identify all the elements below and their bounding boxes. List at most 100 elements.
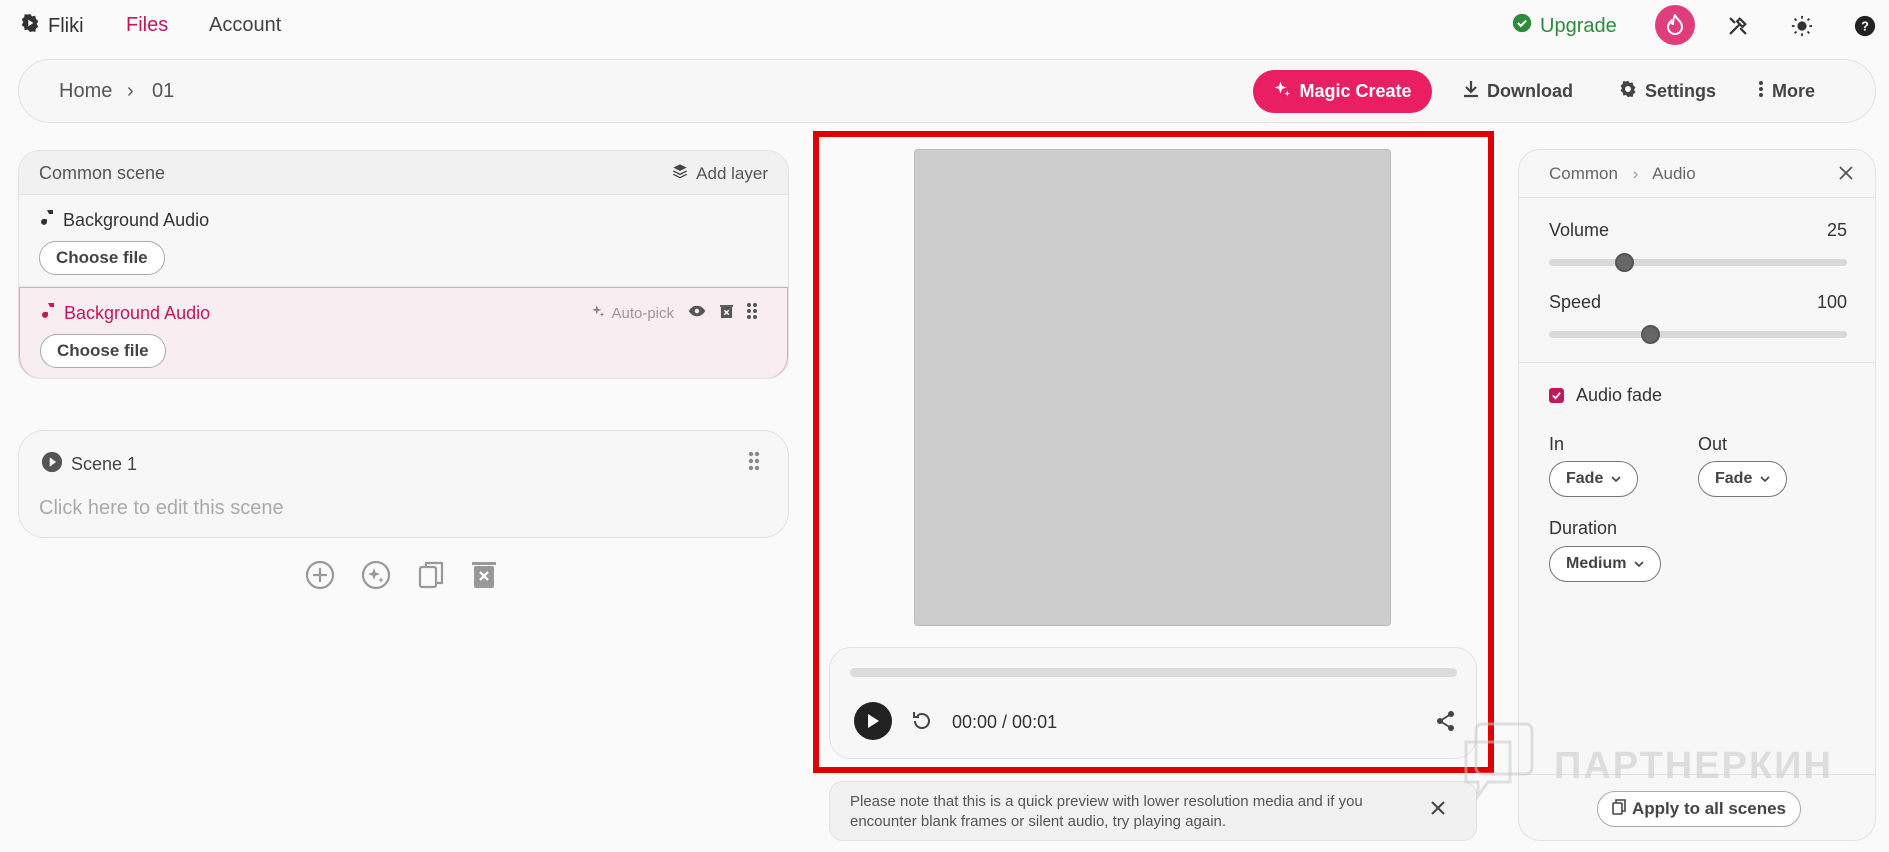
volume-slider-knob[interactable] bbox=[1614, 253, 1634, 272]
player-controls: 00:00 / 00:01 bbox=[829, 647, 1477, 759]
layer-title-text: Background Audio bbox=[63, 210, 210, 230]
volume-value: 25 bbox=[1826, 220, 1847, 240]
speed-value: 100 bbox=[1816, 292, 1847, 312]
sparkle-icon bbox=[1273, 80, 1291, 103]
common-scene-title: Common scene bbox=[39, 163, 166, 183]
share-icon[interactable] bbox=[1436, 710, 1456, 737]
progress-bar[interactable] bbox=[850, 668, 1457, 677]
magic-create-label: Magic Create bbox=[1299, 81, 1412, 101]
settings-label: Settings bbox=[1645, 81, 1717, 101]
brand-name: Fliki bbox=[48, 14, 84, 37]
layer-item[interactable]: Background Audio Choose file bbox=[19, 195, 788, 287]
fliki-logo-icon bbox=[20, 13, 40, 39]
common-scene-panel: Common scene Add layer Background Audio … bbox=[18, 150, 789, 379]
theme-sun-icon[interactable] bbox=[1790, 14, 1814, 38]
download-button[interactable]: Download bbox=[1463, 80, 1573, 103]
chevron-right-icon: › bbox=[1632, 164, 1639, 183]
close-icon[interactable] bbox=[1430, 800, 1446, 821]
duplicate-icon[interactable] bbox=[417, 560, 445, 595]
panel-breadcrumb: Common › Audio bbox=[1549, 164, 1696, 184]
scene-title: Scene 1 bbox=[41, 451, 137, 478]
volume-slider[interactable] bbox=[1549, 253, 1847, 272]
breadcrumb-audio: Audio bbox=[1652, 164, 1696, 183]
add-scene-icon[interactable] bbox=[305, 560, 335, 595]
breadcrumb-common[interactable]: Common bbox=[1549, 164, 1618, 183]
nav-account[interactable]: Account bbox=[209, 14, 281, 37]
fade-in-select[interactable]: Fade bbox=[1549, 461, 1639, 497]
drag-handle-icon[interactable] bbox=[747, 302, 757, 324]
eye-icon[interactable] bbox=[688, 304, 706, 322]
auto-pick-label: Auto-pick bbox=[611, 304, 674, 322]
svg-text:?: ? bbox=[1861, 19, 1869, 34]
common-scene-header: Common scene Add layer bbox=[19, 151, 788, 195]
fade-in-label: In bbox=[1549, 434, 1565, 454]
checkbox-checked-icon[interactable] bbox=[1549, 388, 1564, 403]
layers-icon bbox=[672, 163, 688, 184]
duration-select[interactable]: Medium bbox=[1549, 546, 1662, 582]
speed-control: Speed 100 bbox=[1549, 292, 1847, 344]
chevron-down-icon bbox=[1611, 470, 1621, 488]
scene-tools bbox=[305, 560, 497, 595]
divider bbox=[1519, 362, 1875, 363]
fade-out-label: Out bbox=[1698, 434, 1728, 454]
scene-edit-hint[interactable]: Click here to edit this scene bbox=[39, 497, 284, 520]
choose-file-button[interactable]: Choose file bbox=[39, 241, 165, 275]
chevron-down-icon bbox=[1760, 470, 1770, 488]
gear-icon bbox=[1619, 80, 1637, 103]
scene-card[interactable]: Scene 1 Click here to edit this scene bbox=[18, 430, 789, 538]
avatar[interactable] bbox=[1655, 5, 1695, 45]
more-vertical-icon bbox=[1758, 80, 1764, 103]
fade-in-value: Fade bbox=[1566, 470, 1604, 487]
breadcrumb-home[interactable]: Home bbox=[59, 80, 112, 103]
drag-handle-icon[interactable] bbox=[748, 451, 760, 476]
toolbar bbox=[18, 59, 1876, 123]
add-layer-label: Add layer bbox=[696, 163, 768, 183]
magic-scene-icon[interactable] bbox=[361, 560, 391, 595]
scene-title-text: Scene 1 bbox=[71, 454, 138, 474]
nav-files[interactable]: Files bbox=[126, 14, 168, 37]
layer-item-selected[interactable]: Background Audio Auto-pick Choose file bbox=[19, 287, 788, 378]
speed-slider-knob[interactable] bbox=[1641, 325, 1661, 344]
layer-title-text: Background Audio bbox=[64, 303, 211, 323]
upgrade-label: Upgrade bbox=[1540, 14, 1617, 37]
volume-label: Volume bbox=[1549, 220, 1610, 240]
download-icon bbox=[1463, 80, 1479, 103]
close-icon[interactable] bbox=[1839, 166, 1853, 185]
delete-icon[interactable] bbox=[720, 304, 733, 323]
audio-fade-toggle[interactable]: Audio fade bbox=[1549, 385, 1662, 406]
volume-control: Volume 25 bbox=[1549, 220, 1847, 272]
play-button[interactable] bbox=[854, 702, 892, 740]
auto-pick-button[interactable]: Auto-pick bbox=[591, 304, 674, 322]
more-button[interactable]: More bbox=[1758, 80, 1815, 103]
speed-slider[interactable] bbox=[1549, 325, 1847, 344]
preview-note: Please note that this is a quick preview… bbox=[829, 781, 1477, 841]
top-nav: Fliki Files Account Upgrade ? bbox=[0, 0, 1889, 52]
watermark: ПАРТНЕРКИН bbox=[1462, 722, 1833, 810]
delete-scene-icon[interactable] bbox=[471, 560, 497, 595]
duration-label: Duration bbox=[1549, 518, 1618, 538]
layer-actions: Auto-pick bbox=[591, 302, 757, 324]
choose-file-button[interactable]: Choose file bbox=[40, 334, 166, 368]
chevron-right-icon: › bbox=[127, 80, 134, 102]
music-note-icon bbox=[42, 302, 56, 325]
add-layer-button[interactable]: Add layer bbox=[672, 163, 768, 184]
more-label: More bbox=[1772, 81, 1816, 101]
breadcrumb-current: 01 bbox=[152, 80, 175, 102]
replay-icon[interactable] bbox=[910, 709, 934, 738]
settings-button[interactable]: Settings bbox=[1619, 80, 1716, 103]
preview-note-text: Please note that this is a quick preview… bbox=[850, 793, 1363, 830]
magic-create-button[interactable]: Magic Create bbox=[1253, 70, 1432, 113]
sparkle-icon bbox=[591, 304, 605, 322]
help-icon[interactable]: ? bbox=[1853, 14, 1877, 38]
chevron-down-icon bbox=[1634, 555, 1645, 573]
watermark-logo-icon bbox=[1462, 722, 1536, 810]
upgrade-button[interactable]: Upgrade bbox=[1512, 13, 1617, 39]
tools-icon[interactable] bbox=[1726, 14, 1750, 38]
video-preview[interactable] bbox=[914, 149, 1391, 626]
play-circle-icon bbox=[41, 451, 63, 478]
verified-badge-icon bbox=[1512, 13, 1532, 39]
speed-label: Speed bbox=[1549, 292, 1602, 312]
time-display: 00:00 / 00:01 bbox=[952, 712, 1058, 732]
fade-out-select[interactable]: Fade bbox=[1698, 461, 1788, 497]
brand[interactable]: Fliki bbox=[20, 13, 84, 39]
